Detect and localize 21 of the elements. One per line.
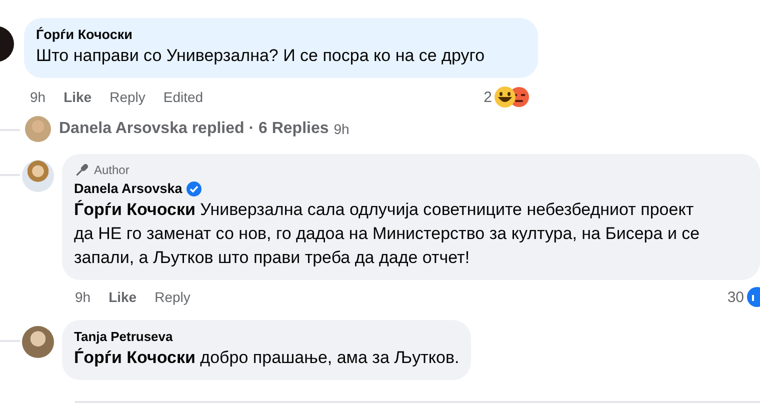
comment-text: Ѓорѓи Кочоски добро прашање, ама за Љутков. — [74, 347, 460, 369]
action-link[interactable]: Reply — [110, 89, 146, 105]
comment-text: Што направи со Универзална? И се посра ко на се друго — [36, 45, 486, 67]
author-name[interactable]: Tanja Petruseva — [74, 328, 173, 346]
replies-link[interactable]: Danela Arsovska replied · 6 Replies — [59, 120, 329, 138]
action-link[interactable]: Edited — [163, 89, 204, 105]
author-name[interactable]: Danela Arsovska — [74, 180, 182, 198]
reaction-icons[interactable] — [494, 86, 530, 108]
like-reaction-icon[interactable] — [746, 286, 760, 308]
author-name[interactable]: Ѓорѓи Кочоски — [36, 26, 526, 44]
timestamp[interactable]: 9h — [75, 289, 91, 305]
like-link[interactable]: Like — [108, 289, 137, 305]
like-link[interactable]: Like — [64, 89, 92, 105]
timestamp[interactable]: 9h — [30, 89, 46, 105]
microphone-icon — [74, 162, 90, 178]
reaction-count[interactable]: 30 — [727, 288, 744, 306]
comment-text: Ѓорѓи Кочоски Универзална сала одлучија советниците небезбедниот проект да НЕ го заменат со нов, го дадоа на Министерство за култура, на Бисера и се запали, а Љутков што прави треба да даде отчет! — [74, 199, 700, 269]
reaction-count[interactable]: 2 — [484, 88, 492, 106]
author-label: Author — [94, 163, 130, 177]
action-link[interactable]: Reply — [154, 289, 190, 305]
timestamp[interactable]: 9h — [334, 121, 350, 137]
